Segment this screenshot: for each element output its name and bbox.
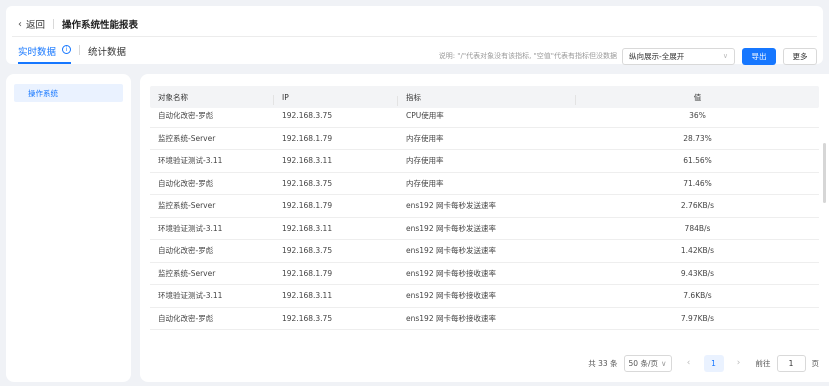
cell-value: 36% bbox=[689, 111, 706, 121]
table-header: 对象名称 IP 指标 值 bbox=[150, 86, 819, 108]
goto-label: 前往 bbox=[755, 358, 771, 368]
cell-metric: 内存使用率 bbox=[406, 156, 444, 166]
pagination: 共 33 条 50 条/页 ∨ ‹ 1 › 前往 1 页 bbox=[588, 354, 819, 372]
cell-ip: 192.168.3.11 bbox=[282, 223, 333, 233]
table-row[interactable]: 监控系统-Server 192.168.1.79 内存使用率 28.73% bbox=[150, 128, 819, 150]
header-divider bbox=[12, 36, 817, 37]
page-number-current[interactable]: 1 bbox=[703, 354, 724, 372]
cell-metric: ens192 网卡每秒发送速率 bbox=[406, 223, 496, 233]
total-count: 共 33 条 bbox=[588, 358, 618, 368]
cell-value: 7.97KB/s bbox=[680, 313, 715, 323]
tab-statistics-label: 统计数据 bbox=[88, 47, 127, 58]
cell-object-name: 环境验证测试-3.11 bbox=[158, 156, 223, 166]
cell-value: 1.42KB/s bbox=[680, 246, 715, 256]
back-button[interactable]: ‹ 返回 bbox=[18, 17, 46, 32]
cell-metric: CPU使用率 bbox=[406, 111, 444, 121]
cell-ip: 192.168.3.11 bbox=[282, 156, 333, 166]
cell-ip: 192.168.3.75 bbox=[282, 178, 333, 188]
cell-ip: 192.168.1.79 bbox=[282, 201, 333, 211]
cell-ip: 192.168.3.75 bbox=[282, 111, 333, 121]
report-table: 对象名称 IP 指标 值 自动化改密-罗彪 192.168.3.75 CPU使用率 3… bbox=[150, 86, 819, 333]
cell-object-name: 自动化改密-罗彪 bbox=[158, 111, 214, 121]
cell-value: 61.56% bbox=[683, 156, 712, 166]
column-header-value[interactable]: 值 bbox=[576, 92, 819, 103]
column-header-ip[interactable]: IP bbox=[274, 93, 398, 106]
object-type-sidebar: 操作系统 bbox=[6, 74, 131, 382]
cell-object-name: 环境验证测试-3.11 bbox=[158, 223, 223, 233]
table-row[interactable]: 环境验证测试-3.11 192.168.3.11 ens192 网卡每秒发送速率 78… bbox=[150, 218, 819, 240]
tab-realtime-label: 实时数据 bbox=[18, 47, 57, 58]
table-row[interactable]: 自动化改密-罗彪 192.168.3.75 CPU使用率 36% bbox=[150, 108, 819, 128]
chevron-left-icon: ‹ bbox=[18, 18, 22, 30]
sidebar-item-operating-system[interactable]: 操作系统 bbox=[14, 84, 123, 102]
table-row[interactable]: 监控系统-Server 192.168.1.79 ens192 网卡每秒接收速率 9.… bbox=[150, 263, 819, 285]
cell-object-name: 自动化改密-罗彪 bbox=[158, 313, 214, 323]
cell-object-name: 环境验证测试-3.11 bbox=[158, 291, 223, 301]
cell-value: 784B/s bbox=[684, 223, 711, 233]
title-bar: ‹ 返回 操作系统性能报表 bbox=[18, 16, 138, 32]
cell-ip: 192.168.3.75 bbox=[282, 246, 333, 256]
tab-divider bbox=[79, 45, 81, 55]
cell-ip: 192.168.3.11 bbox=[282, 291, 333, 301]
table-rows: 自动化改密-罗彪 192.168.3.75 CPU使用率 36% 监控系统-Server… bbox=[150, 108, 819, 333]
chevron-down-icon: ∨ bbox=[722, 52, 728, 60]
report-panel: 对象名称 IP 指标 值 自动化改密-罗彪 192.168.3.75 CPU使用率 3… bbox=[140, 74, 829, 382]
cell-metric: ens192 网卡每秒接收速率 bbox=[406, 291, 496, 301]
info-icon[interactable]: i bbox=[62, 45, 72, 54]
cell-metric: ens192 网卡每秒发送速率 bbox=[406, 201, 496, 211]
display-mode-select[interactable]: 纵向展示-全展开 ∨ bbox=[622, 47, 735, 65]
page-size-select[interactable]: 50 条/页 ∨ bbox=[623, 354, 672, 372]
cell-metric: ens192 网卡每秒发送速率 bbox=[406, 246, 496, 256]
more-button[interactable]: 更多 bbox=[783, 47, 817, 65]
cell-metric: ens192 网卡每秒接收速率 bbox=[406, 313, 496, 323]
next-page-icon[interactable]: › bbox=[732, 358, 746, 368]
column-header-object-name[interactable]: 对象名称 bbox=[150, 92, 274, 105]
legend-hint: 说明: "/"代表对象没有该指标, "空值"代表有指标但没数据 bbox=[438, 52, 617, 60]
table-row[interactable]: 自动化改密-罗彪 192.168.3.75 内存使用率 71.46% bbox=[150, 173, 819, 195]
cell-metric: ens192 网卡每秒接收速率 bbox=[406, 268, 496, 278]
column-header-metric[interactable]: 指标 bbox=[398, 92, 576, 105]
table-row[interactable]: 自动化改密-罗彪 192.168.3.75 ens192 网卡每秒发送速率 1.42K… bbox=[150, 240, 819, 263]
cell-object-name: 监控系统-Server bbox=[158, 201, 216, 211]
table-row[interactable]: 环境验证测试-3.11 192.168.3.11 内存使用率 61.56% bbox=[150, 150, 819, 173]
display-mode-value: 纵向展示-全展开 bbox=[629, 51, 685, 61]
cell-object-name: 自动化改密-罗彪 bbox=[158, 246, 214, 256]
tab-bar: 实时数据 i 统计数据 bbox=[18, 44, 126, 64]
goto-page-input[interactable]: 1 bbox=[776, 354, 806, 372]
cell-metric: 内存使用率 bbox=[406, 178, 444, 188]
tab-statistics-data[interactable]: 统计数据 bbox=[88, 44, 126, 64]
cell-value: 2.76KB/s bbox=[680, 201, 715, 211]
cell-object-name: 监控系统-Server bbox=[158, 268, 216, 278]
title-divider bbox=[53, 19, 55, 29]
cell-value: 71.46% bbox=[683, 178, 712, 188]
header-card: ‹ 返回 操作系统性能报表 实时数据 i 统计数据 说明: "/"代表对象没有该… bbox=[6, 6, 823, 65]
tab-realtime-data[interactable]: 实时数据 i bbox=[18, 44, 72, 64]
table-row[interactable]: 监控系统-Server 192.168.1.79 ens192 网卡每秒发送速率 2.… bbox=[150, 195, 819, 218]
table-body[interactable]: 自动化改密-罗彪 192.168.3.75 CPU使用率 36% 监控系统-Server… bbox=[150, 108, 819, 333]
page-suffix: 页 bbox=[811, 358, 820, 368]
cell-metric: 内存使用率 bbox=[406, 133, 444, 143]
export-button[interactable]: 导出 bbox=[742, 47, 776, 65]
page-size-value: 50 条/页 bbox=[628, 358, 658, 368]
cell-value: 7.6KB/s bbox=[683, 291, 712, 301]
cell-value: 9.43KB/s bbox=[680, 268, 715, 278]
toolbar: 说明: "/"代表对象没有该指标, "空值"代表有指标但没数据 纵向展示-全展开… bbox=[439, 47, 817, 65]
cell-ip: 192.168.1.79 bbox=[282, 268, 333, 278]
table-scrollbar[interactable] bbox=[823, 143, 826, 203]
table-row[interactable]: 自动化改密-罗彪 192.168.3.75 ens192 网卡每秒接收速率 7.97K… bbox=[150, 308, 819, 330]
page-title: 操作系统性能报表 bbox=[62, 20, 139, 31]
back-label: 返回 bbox=[26, 20, 46, 31]
chevron-down-icon: ∨ bbox=[660, 358, 667, 368]
table-row[interactable]: 环境验证测试-3.11 192.168.3.11 ens192 网卡每秒接收速率 7.… bbox=[150, 285, 819, 308]
prev-page-icon[interactable]: ‹ bbox=[682, 358, 696, 368]
cell-ip: 192.168.3.75 bbox=[282, 313, 333, 323]
cell-value: 28.73% bbox=[683, 133, 712, 143]
cell-object-name: 自动化改密-罗彪 bbox=[158, 178, 214, 188]
table-row[interactable]: 监控系统-Server192.168.1.79/ 剩余磁盘空间百分比62.62% bbox=[150, 330, 819, 333]
cell-ip: 192.168.1.79 bbox=[282, 133, 333, 143]
cell-object-name: 监控系统-Server bbox=[158, 133, 216, 143]
